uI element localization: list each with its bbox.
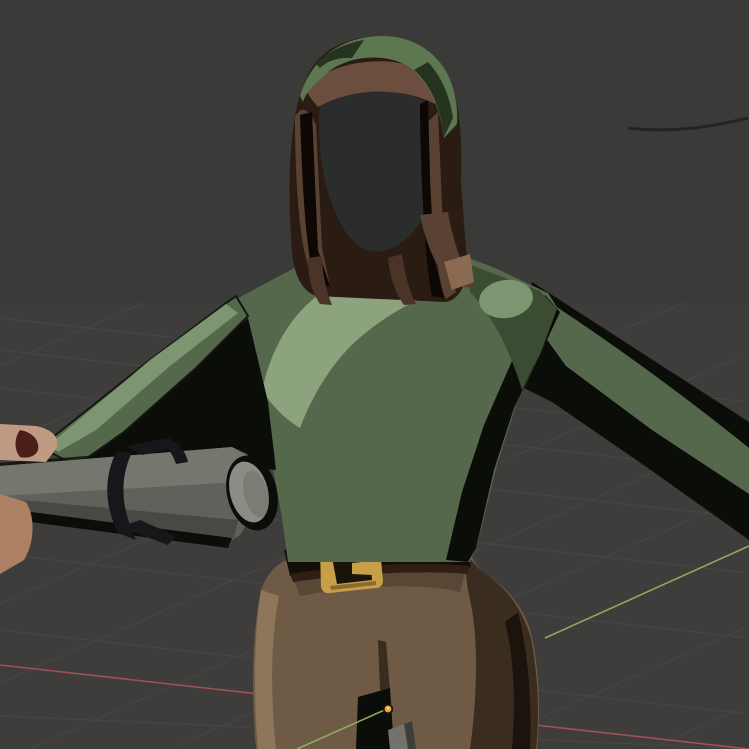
viewport-canvas[interactable] (0, 0, 749, 749)
3d-viewport[interactable] (0, 0, 749, 749)
buckle-tab (352, 561, 372, 575)
origin-center (387, 707, 389, 709)
world-origin-dot (383, 704, 393, 714)
inner-leg-shadow (356, 688, 394, 749)
